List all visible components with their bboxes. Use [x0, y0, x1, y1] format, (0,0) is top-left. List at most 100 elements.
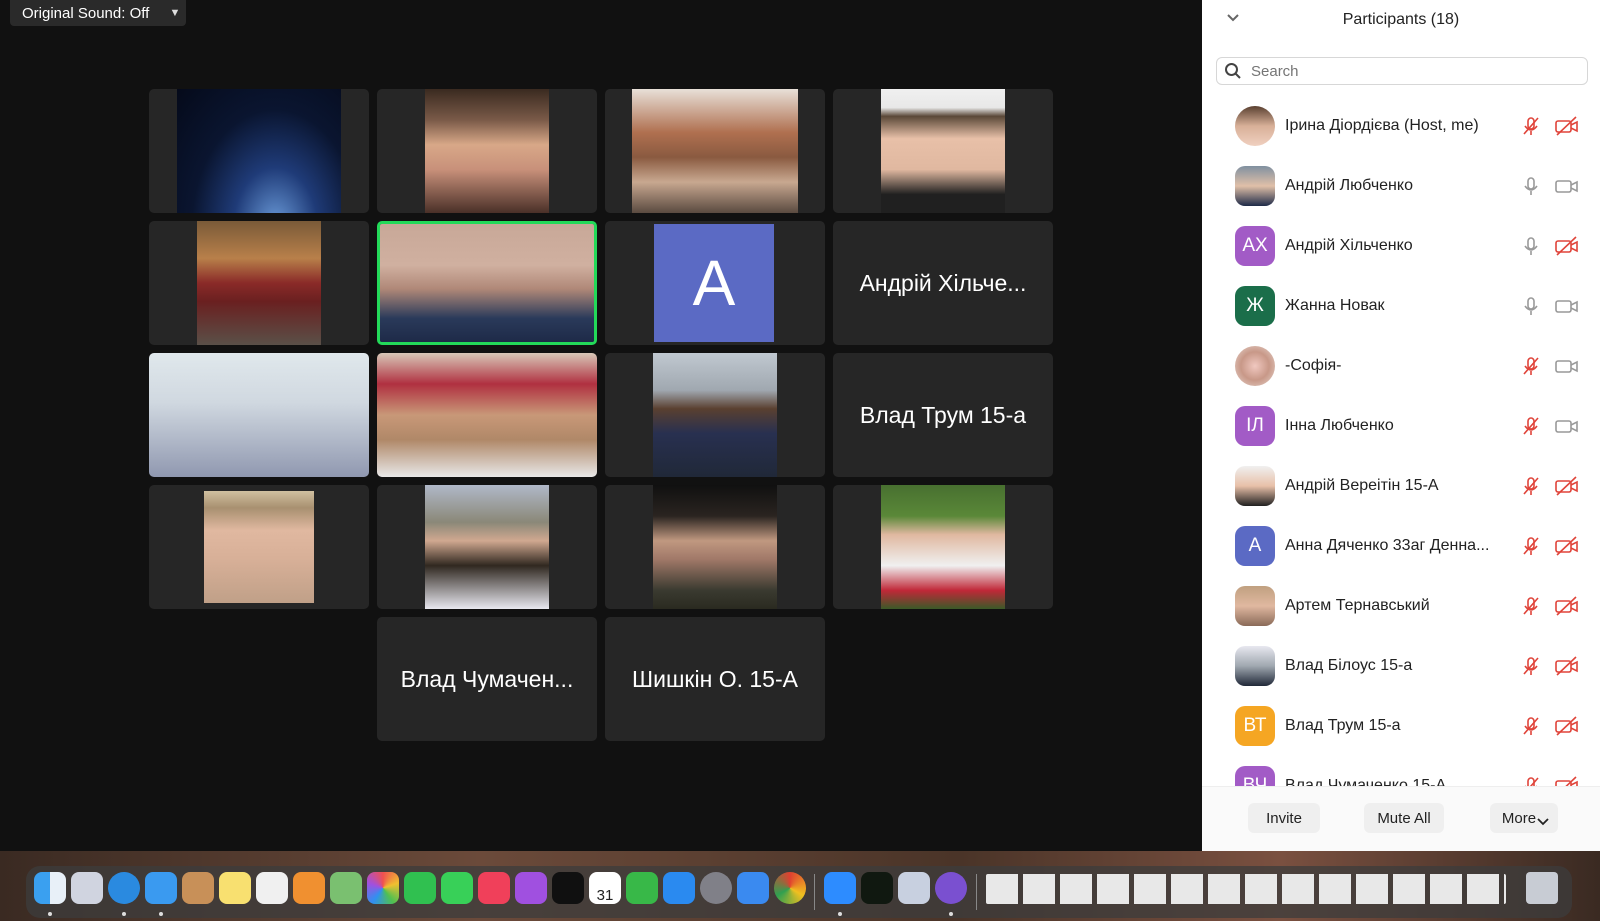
video-off-icon[interactable] [1554, 775, 1580, 786]
calendar-icon[interactable]: 31 [589, 872, 621, 904]
video-tile[interactable] [377, 89, 597, 213]
zoom-icon[interactable] [824, 872, 856, 904]
mic-icon[interactable] [1520, 295, 1542, 317]
mic-muted-icon[interactable] [1520, 475, 1542, 497]
video-tile[interactable] [377, 485, 597, 609]
video-tile[interactable] [833, 485, 1053, 609]
mic-muted-icon[interactable] [1520, 595, 1542, 617]
chrome-icon[interactable] [774, 872, 806, 904]
search-input[interactable] [1249, 61, 1573, 81]
invite-button[interactable]: Invite [1248, 803, 1320, 833]
minimized-windows[interactable] [986, 874, 1506, 904]
photos-icon[interactable] [367, 872, 399, 904]
video-off-icon[interactable] [1554, 655, 1580, 677]
video-tile[interactable]: A [605, 221, 825, 345]
contacts-icon[interactable] [182, 872, 214, 904]
video-off-icon[interactable] [1554, 475, 1580, 497]
video-tile[interactable] [149, 221, 369, 345]
participant-name: Інна Любченко [1285, 417, 1394, 434]
mail-icon[interactable] [145, 872, 177, 904]
video-off-icon[interactable] [1554, 715, 1580, 737]
facetime-icon[interactable] [404, 872, 436, 904]
video-tile[interactable] [149, 353, 369, 477]
video-icon[interactable] [1554, 415, 1580, 437]
mic-muted-icon[interactable] [1520, 655, 1542, 677]
mute-all-button[interactable]: Mute All [1364, 803, 1444, 833]
participant-row[interactable]: Артем Тернавський [1202, 576, 1600, 636]
participant-name: Жанна Новак [1285, 297, 1385, 314]
more-label: More [1501, 809, 1537, 827]
video-icon[interactable] [1554, 175, 1580, 197]
video-tile[interactable] [605, 353, 825, 477]
avatar [1235, 586, 1275, 626]
pages-icon[interactable] [293, 872, 325, 904]
participant-row[interactable]: А Анна Дяченко 33аг Денна... [1202, 516, 1600, 576]
mic-icon[interactable] [1520, 235, 1542, 257]
video-icon[interactable] [1554, 355, 1580, 377]
reminders-icon[interactable] [256, 872, 288, 904]
young-man-dark-photo [653, 485, 777, 609]
messages-icon[interactable] [441, 872, 473, 904]
tv-icon[interactable] [552, 872, 584, 904]
notes-icon[interactable] [219, 872, 251, 904]
launchpad-icon[interactable] [71, 872, 103, 904]
video-off-icon[interactable] [1554, 535, 1580, 557]
activity-monitor-icon[interactable] [861, 872, 893, 904]
trash-icon[interactable] [1526, 872, 1558, 904]
participant-row[interactable]: АХ Андрій Хільченко [1202, 216, 1600, 276]
participant-search[interactable] [1216, 57, 1588, 85]
video-icon[interactable] [1554, 295, 1580, 317]
viber-icon[interactable] [935, 872, 967, 904]
settings-icon[interactable] [700, 872, 732, 904]
video-tile[interactable] [605, 89, 825, 213]
maps-icon[interactable] [330, 872, 362, 904]
participant-row[interactable]: ВЧ Влад Чумаченко 15-А [1202, 756, 1600, 786]
keynote-icon[interactable] [737, 872, 769, 904]
preview-icon[interactable] [898, 872, 930, 904]
participant-row[interactable]: Ж Жанна Новак [1202, 276, 1600, 336]
mic-icon[interactable] [1520, 175, 1542, 197]
blurred-webcam-photo [149, 353, 369, 477]
video-off-icon[interactable] [1554, 115, 1580, 137]
appstore-icon[interactable] [663, 872, 695, 904]
mic-muted-icon[interactable] [1520, 355, 1542, 377]
video-tile[interactable] [377, 353, 597, 477]
participant-row[interactable]: Андрій Вереітін 15-А [1202, 456, 1600, 516]
music-icon[interactable] [478, 872, 510, 904]
finder-icon[interactable] [34, 872, 66, 904]
video-tile[interactable] [149, 485, 369, 609]
man-webcam-photo [380, 224, 594, 342]
chevron-down-icon[interactable]: ▼ [164, 7, 186, 19]
video-tile[interactable] [833, 89, 1053, 213]
participant-row[interactable]: ВТ Влад Трум 15-а [1202, 696, 1600, 756]
mic-muted-icon[interactable] [1520, 775, 1542, 786]
avatar: ІЛ [1235, 406, 1275, 446]
participants-header: Participants (18) [1202, 0, 1600, 40]
video-off-icon[interactable] [1554, 235, 1580, 257]
girl-in-room-photo [632, 89, 798, 213]
participant-row[interactable]: ІЛ Інна Любченко [1202, 396, 1600, 456]
safari-icon[interactable] [108, 872, 140, 904]
participant-name: Андрій Хільче... [859, 269, 1027, 296]
original-sound-toggle[interactable]: Original Sound: Off ▼ [10, 0, 186, 26]
boy-flowers-photo [881, 485, 1005, 609]
video-tile[interactable]: Андрій Хільче... [833, 221, 1053, 345]
video-tile[interactable] [605, 485, 825, 609]
video-tile[interactable]: Влад Чумачен... [377, 617, 597, 741]
mic-muted-icon[interactable] [1520, 715, 1542, 737]
video-off-icon[interactable] [1554, 595, 1580, 617]
mic-muted-icon[interactable] [1520, 535, 1542, 557]
video-tile[interactable]: Шишкін О. 15-А [605, 617, 825, 741]
mic-muted-icon[interactable] [1520, 115, 1542, 137]
podcasts-icon[interactable] [515, 872, 547, 904]
participant-row[interactable]: Андрій Любченко [1202, 156, 1600, 216]
participant-row[interactable]: -Софія- [1202, 336, 1600, 396]
participant-row[interactable]: Ірина Діордієва (Host, me) [1202, 96, 1600, 156]
video-tile[interactable] [149, 89, 369, 213]
participant-row[interactable]: Влад Білоус 15-а [1202, 636, 1600, 696]
video-tile-active-speaker[interactable] [377, 221, 597, 345]
mic-muted-icon[interactable] [1520, 415, 1542, 437]
participant-name: Андрій Любченко [1285, 177, 1413, 194]
video-tile[interactable]: Влад Трум 15-а [833, 353, 1053, 477]
numbers-icon[interactable] [626, 872, 658, 904]
